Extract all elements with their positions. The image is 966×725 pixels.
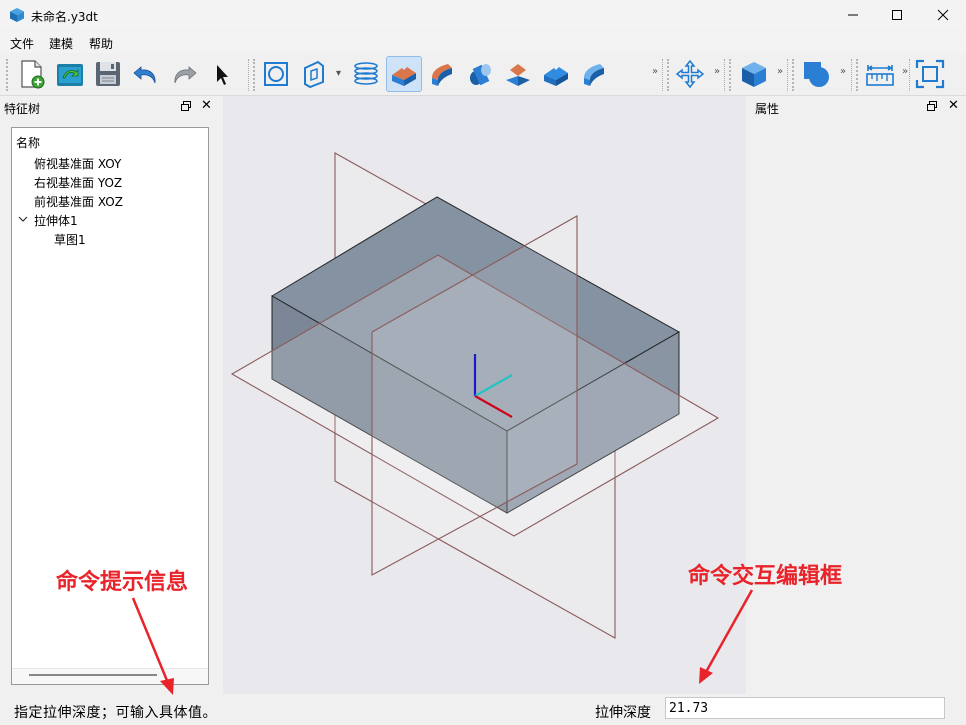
save-button[interactable] [90, 56, 126, 92]
minimize-icon [848, 14, 858, 16]
properties-title: 属性 [755, 102, 780, 116]
menu-help[interactable]: 帮助 [89, 35, 113, 52]
helix-button[interactable] [348, 56, 384, 92]
annotation-left-label: 命令提示信息 [56, 570, 189, 595]
toolbar-grip[interactable] [792, 59, 794, 91]
tree-node-xoy-plane[interactable]: 俯视基准面 XOY [34, 155, 121, 172]
new-file-button[interactable] [14, 56, 50, 92]
circle-sketch-button[interactable] [258, 56, 294, 92]
scene-canvas[interactable] [223, 96, 746, 694]
toolbar-grip[interactable] [253, 59, 255, 91]
undo-icon [133, 66, 156, 84]
select-cursor-icon [217, 65, 228, 85]
minimize-button[interactable] [830, 0, 876, 30]
chevron-down-icon[interactable] [18, 215, 28, 223]
toolbar-grip[interactable] [6, 59, 8, 91]
menu-modeling[interactable]: 建模 [49, 35, 73, 52]
horizontal-scrollbar[interactable] [12, 668, 208, 684]
redo-button[interactable] [166, 56, 202, 92]
save-icon [96, 62, 120, 86]
menu-file[interactable]: 文件 [10, 35, 34, 52]
measure-button[interactable] [862, 56, 898, 92]
properties-panel: 属性 ✕ [751, 96, 966, 694]
plane-sketch-icon [304, 60, 324, 89]
float-panel-icon[interactable] [180, 100, 192, 112]
new-file-icon [21, 60, 45, 89]
toolbar-overflow-icon[interactable]: » [714, 66, 720, 77]
menu-bar: 文件 建模 帮助 [0, 31, 966, 53]
toolbar-overflow-icon[interactable]: » [777, 66, 783, 77]
title-bar: 未命名.y3dt [0, 0, 966, 30]
toolbar-grip[interactable] [667, 59, 669, 91]
command-input[interactable] [665, 697, 945, 719]
sweep-button[interactable] [462, 56, 498, 92]
toolbar-separator [724, 59, 725, 91]
float-panel-icon[interactable] [926, 100, 938, 112]
boolean-button[interactable] [798, 56, 834, 92]
close-icon [937, 9, 949, 21]
close-panel-icon[interactable]: ✕ [201, 98, 212, 113]
close-button[interactable] [920, 0, 966, 30]
command-prompt-message: 指定拉伸深度；可输入具体值。 [14, 705, 217, 721]
extrude-button[interactable] [386, 56, 422, 92]
tree-column-header: 名称 [16, 136, 41, 150]
toolbar-grip[interactable] [729, 59, 731, 91]
main-toolbar: ▾ » » » » » [0, 53, 966, 96]
move-icon [675, 59, 705, 89]
select-button[interactable] [204, 56, 240, 92]
toolbar-separator [787, 59, 788, 91]
cut-extrude-button[interactable] [538, 56, 574, 92]
toolbar-separator [851, 59, 852, 91]
tree-node-xoz-plane[interactable]: 前视基准面 XOZ [34, 193, 123, 210]
tree-node-sketch[interactable]: 草图1 [54, 231, 86, 248]
fit-view-button[interactable] [912, 56, 948, 92]
window-title: 未命名.y3dt [31, 10, 98, 24]
dropdown-arrow-icon[interactable]: ▾ [336, 68, 341, 79]
plane-sketch-button[interactable] [296, 56, 332, 92]
properties-header: 属性 ✕ [751, 97, 966, 117]
circle-sketch-icon [264, 62, 288, 86]
feature-tree-header: 特征树 ✕ [0, 97, 220, 117]
toolbar-overflow-icon[interactable]: » [902, 66, 908, 77]
cut-revolve-button[interactable] [576, 56, 612, 92]
status-bar: 指定拉伸深度；可输入具体值。 拉伸深度 [0, 694, 966, 725]
cut-extrude-icon [544, 67, 568, 86]
box-button[interactable] [736, 56, 772, 92]
cut-revolve-icon [584, 64, 604, 86]
revolve-icon [432, 64, 452, 86]
toolbar-grip[interactable] [856, 59, 858, 91]
sweep-icon [470, 64, 491, 86]
scrollbar-thumb[interactable] [29, 674, 157, 676]
extrude-icon [392, 67, 416, 86]
annotation-right-label: 命令交互编辑框 [688, 564, 843, 589]
box-icon [742, 62, 766, 87]
toolbar-separator [909, 59, 910, 91]
toolbar-overflow-icon[interactable]: » [652, 66, 658, 77]
loft-icon [506, 64, 530, 86]
toolbar-separator [662, 59, 663, 91]
open-file-icon [57, 64, 83, 86]
tree-node-yoz-plane[interactable]: 右视基准面 YOZ [34, 174, 122, 191]
loft-button[interactable] [500, 56, 536, 92]
maximize-icon [892, 10, 902, 20]
boolean-icon [804, 62, 829, 87]
tree-node-extrude[interactable]: 拉伸体1 [34, 212, 78, 229]
close-panel-icon[interactable]: ✕ [948, 98, 959, 113]
redo-icon [174, 66, 197, 84]
maximize-button[interactable] [874, 0, 920, 30]
measure-icon [866, 65, 894, 86]
feature-tree: 名称 俯视基准面 XOY 右视基准面 YOZ 前视基准面 XOZ 拉伸体1 草图… [11, 127, 209, 685]
revolve-button[interactable] [424, 56, 460, 92]
toolbar-separator [248, 59, 249, 91]
feature-tree-title: 特征树 [4, 102, 41, 116]
helix-icon [354, 62, 378, 85]
fit-view-icon [915, 59, 945, 89]
command-input-label: 拉伸深度 [595, 705, 651, 721]
app-cube-icon [10, 8, 24, 22]
undo-button[interactable] [128, 56, 164, 92]
toolbar-overflow-icon[interactable]: » [840, 66, 846, 77]
3d-viewport[interactable] [223, 96, 746, 694]
move-button[interactable] [672, 56, 708, 92]
open-file-button[interactable] [52, 56, 88, 92]
